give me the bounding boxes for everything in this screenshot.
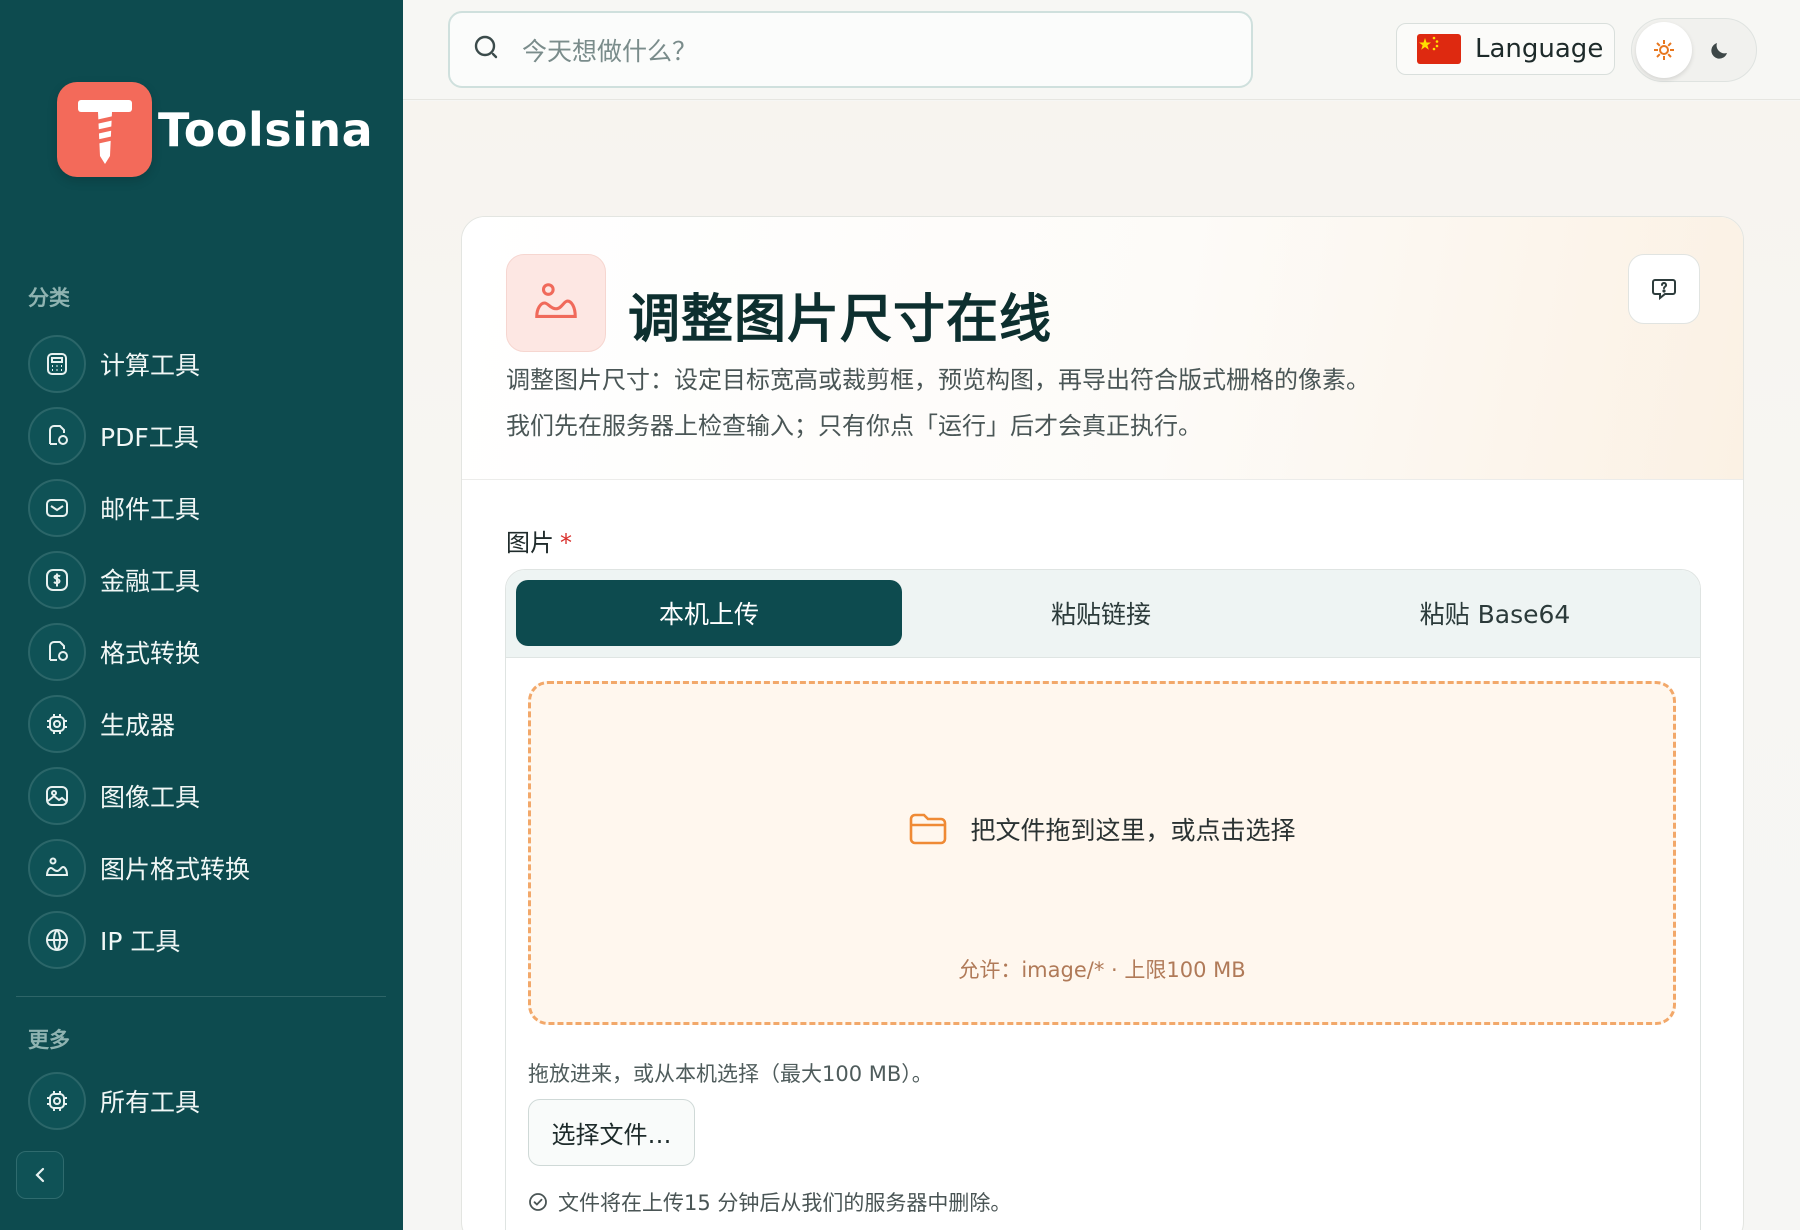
tab-paste-base64[interactable]: 粘贴 Base64 (1302, 580, 1688, 646)
sidebar-item-label: IP 工具 (100, 927, 181, 956)
sidebar-item-photo-format[interactable]: 图片格式转换 (28, 838, 388, 898)
tool-description-note: 我们先在服务器上检查输入；只有你点「运行」后才会真正执行。 (506, 412, 1202, 440)
tab-local-upload[interactable]: 本机上传 (516, 580, 902, 646)
sidebar-item-label: 计算工具 (100, 351, 201, 380)
sidebar-item-label: 邮件工具 (100, 495, 201, 524)
category-nav: 计算工具 PDF工具 邮件工具 金融工具 格式转换 生成器 图像工具 图片格式转… (28, 334, 388, 982)
convert-icon (28, 623, 86, 681)
sidebar-item-label: 金融工具 (100, 567, 201, 596)
deletion-notice-text: 文件将在上传15 分钟后从我们的服务器中删除。 (558, 1191, 1012, 1215)
dollar-icon (28, 551, 86, 609)
deletion-notice: 文件将在上传15 分钟后从我们的服务器中删除。 (528, 1187, 1011, 1217)
categories-label: 分类 (28, 286, 70, 310)
sidebar-item-all-tools[interactable]: 所有工具 (28, 1071, 200, 1131)
moon-icon (1711, 43, 1727, 59)
calculator-icon (28, 335, 86, 393)
sidebar-item-calculator[interactable]: 计算工具 (28, 334, 388, 394)
mail-icon (28, 479, 86, 537)
sidebar-item-label: 生成器 (100, 711, 176, 740)
china-flag-icon (1417, 34, 1461, 64)
search-placeholder: 今天想做什么？ (522, 36, 698, 66)
sidebar-item-label: 图片格式转换 (100, 855, 251, 884)
chevron-left-icon (35, 1167, 45, 1183)
chip-icon (28, 1072, 86, 1130)
sidebar-item-generator[interactable]: 生成器 (28, 694, 388, 754)
tool-header: 调整图片尺寸在线 调整图片尺寸：设定目标宽高或裁剪框，预览构图，再导出符合版式栅… (462, 217, 1743, 480)
folder-icon (910, 813, 947, 845)
image-field-label: 图片 * (506, 523, 572, 558)
sidebar-item-label: 所有工具 (100, 1088, 201, 1117)
sidebar-divider (16, 996, 386, 997)
logo-icon (57, 82, 152, 177)
dropzone-hint: 允许：image/* · 上限100 MB (958, 958, 1246, 982)
field-label-text: 图片 (506, 529, 554, 557)
collapse-sidebar-button[interactable] (16, 1151, 64, 1199)
sidebar-item-image-tools[interactable]: 图像工具 (28, 766, 388, 826)
theme-toggle[interactable] (1631, 18, 1757, 82)
chip-icon (28, 695, 86, 753)
sidebar: Toolsina 分类 计算工具 PDF工具 邮件工具 金融工具 格式转换 生成… (0, 0, 403, 1230)
sidebar-item-finance[interactable]: 金融工具 (28, 550, 388, 610)
sidebar-item-label: 格式转换 (100, 639, 201, 668)
shield-check-icon (529, 1193, 547, 1211)
image-input-panel: 本机上传 粘贴链接 粘贴 Base64 把文件拖到这里，或点击选择 允许：ima… (505, 569, 1701, 1230)
sidebar-item-ip[interactable]: IP 工具 (28, 910, 388, 970)
tab-paste-link[interactable]: 粘贴链接 (908, 580, 1294, 646)
upload-help-text: 拖放进来，或从本机选择（最大100 MB）。 (528, 1062, 933, 1086)
language-label: Language (1475, 34, 1604, 64)
required-mark: * (560, 529, 572, 557)
choose-file-button[interactable]: 选择文件… (528, 1099, 695, 1166)
tool-description: 调整图片尺寸：设定目标宽高或裁剪框，预览构图，再导出符合版式栅格的像素。 (506, 366, 1370, 394)
photo-icon (506, 254, 606, 352)
sidebar-item-label: 图像工具 (100, 783, 201, 812)
light-mode-button[interactable] (1636, 22, 1692, 78)
language-button[interactable]: Language (1396, 23, 1615, 75)
help-chat-icon (1652, 279, 1676, 301)
dropzone-text: 把文件拖到这里，或点击选择 (970, 816, 1296, 845)
main-content: 调整图片尺寸在线 调整图片尺寸：设定目标宽高或裁剪框，预览构图，再导出符合版式栅… (403, 101, 1800, 1230)
dark-mode-button[interactable] (1692, 22, 1748, 78)
sidebar-item-format-convert[interactable]: 格式转换 (28, 622, 388, 682)
sun-icon (1654, 40, 1674, 60)
globe-icon (28, 911, 86, 969)
feedback-button[interactable] (1628, 254, 1700, 324)
brand[interactable]: Toolsina (57, 82, 373, 177)
photo-convert-icon (28, 839, 86, 897)
tool-card: 调整图片尺寸在线 调整图片尺寸：设定目标宽高或裁剪框，预览构图，再导出符合版式栅… (461, 216, 1744, 1230)
input-mode-tabs: 本机上传 粘贴链接 粘贴 Base64 (506, 570, 1700, 658)
dropzone-main: 把文件拖到这里，或点击选择 (531, 811, 1673, 847)
sidebar-item-mail[interactable]: 邮件工具 (28, 478, 388, 538)
brand-name: Toolsina (158, 102, 374, 157)
page-title: 调整图片尺寸在线 (628, 290, 1053, 350)
image-icon (28, 767, 86, 825)
sidebar-item-label: PDF工具 (100, 423, 199, 452)
more-label: 更多 (28, 1028, 70, 1052)
topbar: 今天想做什么？ Language (403, 0, 1800, 100)
document-icon (28, 407, 86, 465)
sidebar-item-pdf[interactable]: PDF工具 (28, 406, 388, 466)
search-icon (472, 33, 502, 67)
file-dropzone[interactable]: 把文件拖到这里，或点击选择 允许：image/* · 上限100 MB (528, 681, 1676, 1025)
search-input[interactable]: 今天想做什么？ (448, 11, 1253, 88)
